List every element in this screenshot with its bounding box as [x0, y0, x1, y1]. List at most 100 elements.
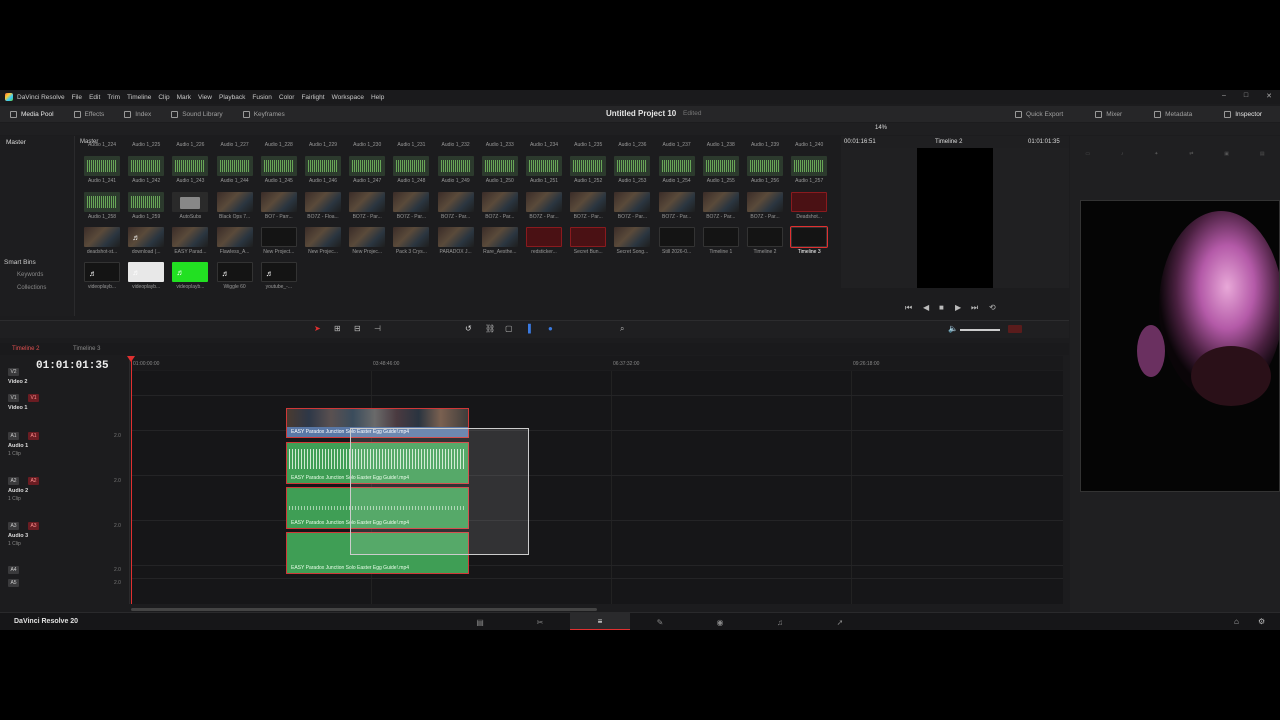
media-clip[interactable]: Pack 3 Crys...: [393, 227, 430, 255]
media-clip[interactable]: Audio 1_240: [791, 140, 827, 148]
effects-button[interactable]: Effects: [64, 106, 115, 122]
media-clip[interactable]: Audio 1_230: [349, 140, 385, 148]
media-clip[interactable]: Audio 1_248: [393, 156, 430, 184]
media-clip[interactable]: ♬ videoplayb...: [128, 262, 165, 290]
link-icon[interactable]: ⛓: [485, 324, 495, 333]
smart-bin-collections[interactable]: Collections: [17, 285, 46, 291]
track-id-badge[interactable]: V2: [8, 368, 19, 376]
media-clip[interactable]: BO7Z - Par...: [614, 192, 651, 220]
timeline-scrollbar[interactable]: [131, 608, 597, 611]
menu-clip[interactable]: Clip: [158, 94, 169, 101]
media-clip[interactable]: PARADOX J...: [437, 227, 474, 255]
media-page-icon[interactable]: ▤: [450, 613, 510, 630]
media-clip[interactable]: ♬ youtube_-...: [260, 262, 297, 290]
selection-tool-icon[interactable]: ➤: [314, 324, 321, 333]
media-clip[interactable]: Audio 1_258: [84, 192, 120, 220]
track-id-badge[interactable]: A2: [8, 477, 19, 485]
mixer-button[interactable]: Mixer: [1085, 106, 1132, 122]
media-clip[interactable]: Audio 1_241: [84, 156, 120, 184]
blade-tool-icon[interactable]: ⊣: [374, 324, 381, 333]
menu-help[interactable]: Help: [371, 94, 384, 101]
lock-icon[interactable]: ▢: [505, 324, 513, 333]
media-clip[interactable]: Audio 1_226: [172, 140, 208, 148]
media-clip[interactable]: BO7Z - Par...: [526, 192, 562, 220]
inspector-button[interactable]: Inspector: [1214, 106, 1272, 122]
media-clip[interactable]: Audio 1_252: [570, 156, 607, 184]
media-clip[interactable]: Audio 1_228: [261, 140, 297, 148]
media-clip[interactable]: Audio 1_246: [305, 156, 341, 184]
timeline-tracks[interactable]: [131, 371, 1063, 604]
image-tab-icon[interactable]: ▣: [1224, 151, 1229, 157]
media-clip[interactable]: Audio 1_242: [128, 156, 165, 184]
media-clip[interactable]: Audio 1_256: [747, 156, 783, 184]
video-tab-icon[interactable]: ▭: [1085, 151, 1090, 157]
zoom-icon[interactable]: ⌕: [620, 324, 624, 334]
settings-icon[interactable]: ⚙: [1258, 617, 1265, 626]
media-clip[interactable]: redsticker...: [526, 227, 562, 255]
smart-bin-keywords[interactable]: Keywords: [17, 272, 43, 278]
media-clip[interactable]: ♬ Wiggle 60: [216, 262, 253, 290]
track-target-badge[interactable]: A1: [28, 432, 39, 440]
viewer-timeline-name[interactable]: Timeline 2: [935, 139, 962, 145]
media-clip[interactable]: Audio 1_235: [570, 140, 606, 148]
media-clip[interactable]: Still 2026-0...: [658, 227, 695, 255]
tab-timeline-3[interactable]: Timeline 3: [73, 346, 100, 352]
fairlight-page-icon[interactable]: ♫: [750, 613, 810, 630]
media-clip[interactable]: Timeline 2: [747, 227, 783, 255]
menu-edit[interactable]: Edit: [89, 94, 100, 101]
fusion-page-icon[interactable]: ✎: [630, 613, 690, 630]
media-clip[interactable]: Timeline 1: [702, 227, 739, 255]
snapping-icon[interactable]: ↺: [465, 324, 472, 333]
media-clip[interactable]: New Projec...: [305, 227, 341, 255]
media-clip[interactable]: Secret Song...: [614, 227, 651, 255]
media-clip[interactable]: ♬ videoplayb...: [84, 262, 120, 290]
trim-tool-icon[interactable]: ⊞: [334, 324, 341, 333]
track-id-badge[interactable]: A4: [8, 566, 19, 574]
menu-timeline[interactable]: Timeline: [127, 94, 151, 101]
volume-slider[interactable]: [960, 329, 1000, 331]
media-clip[interactable]: Audio 1_231: [393, 140, 429, 148]
loop-icon[interactable]: ⟲: [989, 303, 996, 312]
media-clip[interactable]: BO7Z - Par...: [349, 192, 386, 220]
menu-color[interactable]: Color: [279, 94, 295, 101]
media-clip[interactable]: Audio 1_232: [438, 140, 474, 148]
track-id-badge[interactable]: A3: [8, 522, 19, 530]
file-tab-icon[interactable]: ▤: [1260, 151, 1265, 157]
menu-view[interactable]: View: [198, 94, 212, 101]
media-clip[interactable]: BO7Z - Par...: [481, 192, 518, 220]
track-target-badge[interactable]: A2: [28, 477, 39, 485]
media-clip[interactable]: Audio 1_233: [482, 140, 518, 148]
track-id-badge[interactable]: V1: [8, 394, 19, 402]
media-clip[interactable]: Audio 1_245: [260, 156, 297, 184]
cut-page-icon[interactable]: ✂: [510, 613, 570, 630]
media-clip[interactable]: Audio 1_250: [481, 156, 518, 184]
media-clip[interactable]: BO7Z - Par...: [570, 192, 607, 220]
media-clip[interactable]: Flawless_A...: [216, 227, 253, 255]
tab-timeline-2[interactable]: Timeline 2: [12, 346, 39, 352]
audio-tab-icon[interactable]: ♪: [1121, 151, 1124, 157]
skip-back-icon[interactable]: ⏮: [905, 303, 912, 313]
maximize-icon[interactable]: □: [1244, 92, 1248, 100]
media-clip[interactable]: Audio 1_234: [526, 140, 562, 148]
media-pool-button[interactable]: Media Pool: [0, 106, 64, 122]
media-clip[interactable]: Audio 1_236: [614, 140, 650, 148]
quick-export-button[interactable]: Quick Export: [1005, 106, 1073, 122]
menu-fusion[interactable]: Fusion: [252, 94, 272, 101]
media-clip[interactable]: Audio 1_247: [349, 156, 386, 184]
minimize-icon[interactable]: –: [1222, 92, 1226, 100]
dim-button[interactable]: [1008, 325, 1022, 333]
metadata-button[interactable]: Metadata: [1144, 106, 1202, 122]
playhead[interactable]: [127, 356, 135, 604]
track-target-badge[interactable]: V1: [28, 394, 39, 402]
play-reverse-icon[interactable]: ◀: [923, 303, 929, 312]
media-clip[interactable]: Audio 1_253: [614, 156, 651, 184]
home-icon[interactable]: ⌂: [1234, 617, 1239, 626]
media-clip[interactable]: Audio 1_237: [659, 140, 695, 148]
keyframes-button[interactable]: Keyframes: [233, 106, 295, 122]
media-clip[interactable]: Rare_Aesthe...: [481, 227, 518, 255]
media-clip[interactable]: BO7Z - Par...: [658, 192, 695, 220]
marker-icon[interactable]: ●: [548, 324, 553, 333]
media-clip[interactable]: AutoSubs: [172, 192, 209, 220]
media-clip[interactable]: Deadshot...: [791, 192, 828, 220]
media-clip[interactable]: New Project...: [260, 227, 297, 255]
